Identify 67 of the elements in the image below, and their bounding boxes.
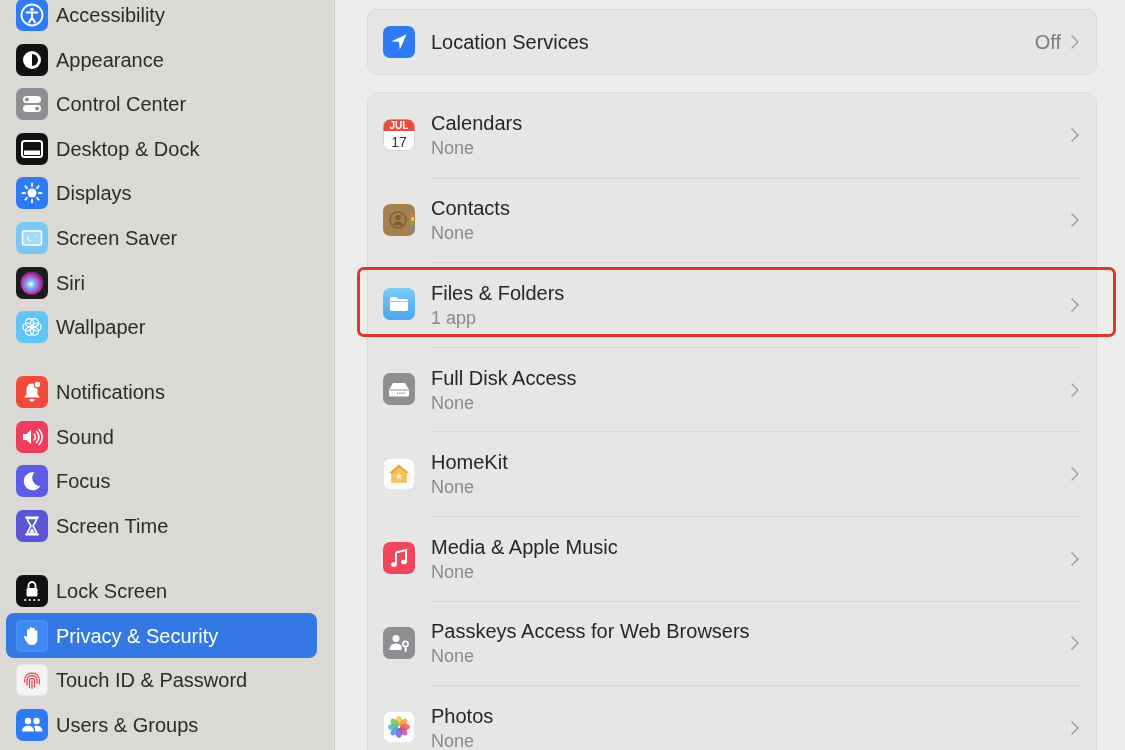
row-title: Media & Apple Music (431, 534, 619, 560)
person-key-icon (383, 626, 415, 659)
bell-icon (16, 376, 48, 409)
sidebar-item[interactable]: Touch ID & Password (6, 658, 317, 703)
sidebar-item[interactable]: Lock Screen (6, 568, 317, 614)
chevron-right-icon (1071, 298, 1079, 312)
row-subtitle: None (431, 476, 476, 500)
row-title: Photos (431, 703, 495, 729)
row-title: Files & Folders (431, 281, 566, 306)
sidebar-item[interactable]: Accessibility (6, 0, 317, 38)
folder-icon (383, 288, 415, 321)
row-title: Passkeys Access for Web Browsers (431, 619, 751, 645)
row-title: HomeKit (431, 450, 509, 476)
row-subtitle: None (431, 729, 476, 750)
sun-icon (16, 177, 48, 210)
chevron-right-icon (1071, 128, 1079, 143)
chevron-right-icon (1071, 213, 1079, 228)
row-title: Location Services (431, 30, 590, 55)
row-subtitle: None (431, 560, 476, 584)
siri-orb-icon (16, 266, 48, 299)
people-icon (16, 708, 48, 741)
row-subtitle: None (431, 391, 476, 415)
chevron-right-icon (1071, 720, 1079, 735)
chevron-right-icon (1071, 551, 1079, 566)
row-subtitle: 1 app (431, 307, 478, 330)
chevron-right-icon (1071, 467, 1079, 482)
row-subtitle: None (431, 645, 476, 669)
sidebar-item[interactable]: Siri (6, 260, 317, 305)
speaker-icon (16, 420, 48, 453)
disk-drive-icon (383, 373, 415, 406)
toggles-icon (16, 88, 48, 121)
moon-icon (16, 465, 48, 498)
sidebar-item[interactable]: Desktop & Dock (6, 126, 317, 172)
chevron-right-icon (1071, 35, 1079, 49)
row-title: Calendars (431, 111, 524, 137)
sidebar-item[interactable]: Wallpaper (6, 304, 317, 350)
sidebar-item[interactable]: Screen Saver (6, 215, 317, 261)
sidebar-item[interactable]: Control Center (6, 81, 317, 127)
calendar-icon: JUL 17 (383, 119, 415, 152)
sidebar-item[interactable]: Displays (6, 171, 317, 216)
flower-icon (16, 311, 48, 344)
chevron-right-icon (1071, 382, 1079, 397)
sidebar-item[interactable]: Sound (6, 414, 317, 460)
row-title: Full Disk Access (431, 365, 578, 391)
sidebar-item[interactable]: Appearance (6, 37, 317, 82)
hand-icon (16, 619, 48, 652)
music-note-icon (383, 542, 415, 575)
contrast-icon (16, 43, 48, 76)
sidebar-item[interactable]: Notifications (6, 369, 317, 415)
flower-petals-icon (383, 711, 415, 744)
window-icon (16, 132, 48, 165)
contact-book-icon (383, 203, 415, 236)
row-value: Off (1034, 30, 1061, 55)
row-subtitle: None (431, 137, 476, 161)
sidebar-item[interactable]: Focus (6, 459, 317, 504)
row-title: Contacts (431, 196, 511, 222)
sidebar-item[interactable]: Users & Groups (6, 702, 317, 748)
screen-moon-icon (16, 221, 48, 254)
fingerprint-icon (16, 664, 48, 697)
accessibility-icon (16, 0, 48, 31)
house-icon (383, 457, 415, 490)
row-subtitle: None (431, 222, 476, 246)
sidebar-item[interactable]: Screen Time (6, 503, 317, 549)
hourglass-icon (16, 510, 48, 543)
sidebar-item[interactable]: Privacy & Security (6, 613, 317, 658)
padlock-icon (16, 575, 48, 608)
chevron-right-icon (1071, 636, 1079, 651)
